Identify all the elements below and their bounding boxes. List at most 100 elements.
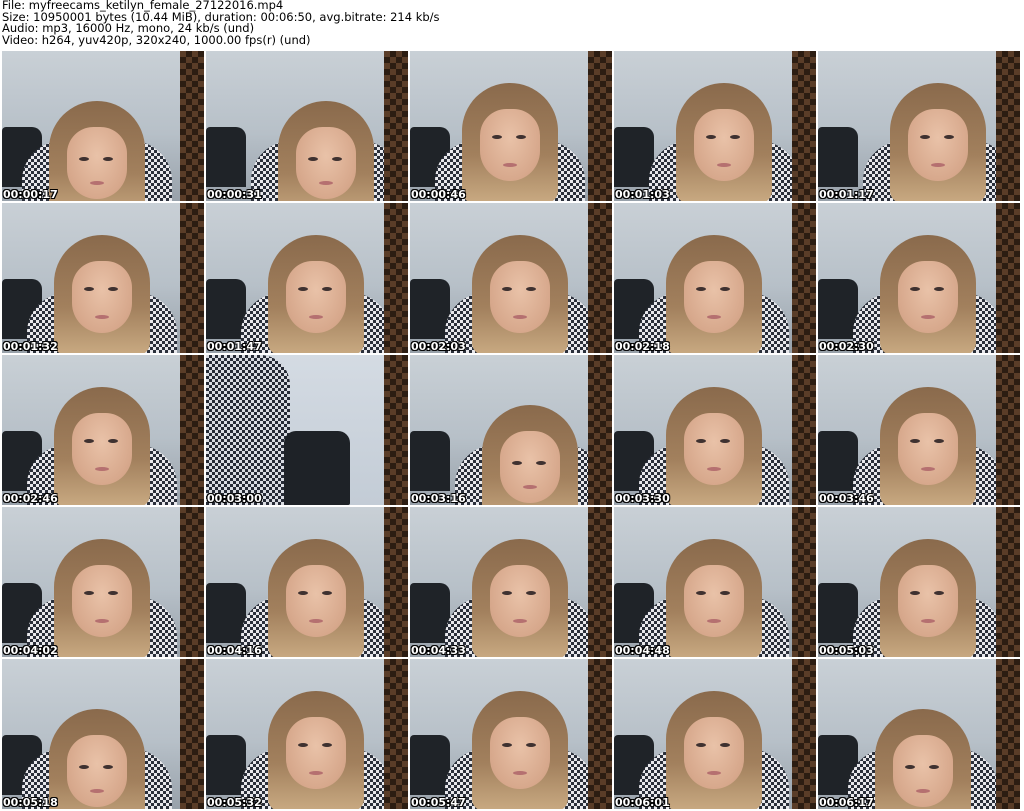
video-info-line: Video: h264, yuv420p, 320x240, 1000.00 f… <box>2 32 311 47</box>
eye <box>84 439 94 443</box>
mouth <box>921 467 935 471</box>
checkered-wall-panel <box>792 51 816 201</box>
eye <box>298 591 308 595</box>
person-figure <box>410 507 612 657</box>
eye <box>103 765 113 769</box>
video-thumbnail: 00:04:33 <box>410 507 612 657</box>
mouth <box>309 315 323 319</box>
thumbnail-timestamp: 00:05:32 <box>207 796 262 809</box>
eye <box>720 439 730 443</box>
thumbnail-timestamp: 00:00:31 <box>207 188 262 201</box>
checkered-wall-panel <box>588 51 612 201</box>
eye <box>322 591 332 595</box>
eye <box>332 157 342 161</box>
thumbnail-timestamp: 00:01:17 <box>819 188 874 201</box>
mouth <box>90 789 104 793</box>
eye <box>502 287 512 291</box>
eye <box>720 591 730 595</box>
checkered-wall-panel <box>996 659 1020 809</box>
mouth <box>513 315 527 319</box>
face <box>72 413 132 485</box>
checkered-wall-panel <box>792 659 816 809</box>
eye <box>79 765 89 769</box>
eye <box>502 591 512 595</box>
mouth <box>95 315 109 319</box>
video-thumbnail: 00:05:32 <box>206 659 408 809</box>
checkered-wall-panel <box>996 355 1020 505</box>
mouth <box>309 771 323 775</box>
mouth <box>916 789 930 793</box>
eye <box>934 591 944 595</box>
eye <box>492 135 502 139</box>
person-figure <box>410 659 612 809</box>
eye <box>696 439 706 443</box>
eye <box>322 743 332 747</box>
person-figure <box>410 355 612 505</box>
checkered-wall-panel <box>792 507 816 657</box>
checkered-wall-panel <box>588 203 612 353</box>
thumbnail-timestamp: 00:06:01 <box>615 796 670 809</box>
person-figure <box>206 51 408 201</box>
face <box>500 431 560 503</box>
person-figure <box>614 51 816 201</box>
eye <box>516 135 526 139</box>
eye <box>322 287 332 291</box>
checkered-wall-panel <box>792 355 816 505</box>
checkered-wall-panel <box>996 203 1020 353</box>
checkered-wall-panel <box>384 203 408 353</box>
eye <box>84 591 94 595</box>
face <box>898 261 958 333</box>
face <box>694 109 754 181</box>
person-figure <box>410 51 612 201</box>
person-figure <box>818 51 1020 201</box>
person-figure <box>2 659 204 809</box>
eye <box>944 135 954 139</box>
face <box>908 109 968 181</box>
person-back <box>206 355 290 505</box>
face <box>490 261 550 333</box>
thumbnail-timestamp: 00:03:16 <box>411 492 466 505</box>
person-figure <box>2 203 204 353</box>
mouth <box>90 181 104 185</box>
face <box>898 565 958 637</box>
mouth <box>931 163 945 167</box>
eye <box>730 135 740 139</box>
thumbnail-timestamp: 00:01:47 <box>207 340 262 353</box>
mouth <box>523 485 537 489</box>
eye <box>706 135 716 139</box>
eye <box>84 287 94 291</box>
face <box>684 717 744 789</box>
office-chair <box>284 431 350 505</box>
video-thumbnail: 00:04:16 <box>206 507 408 657</box>
thumbnail-timestamp: 00:03:30 <box>615 492 670 505</box>
video-thumbnail: 00:01:03 <box>614 51 816 201</box>
mouth <box>319 181 333 185</box>
person-figure <box>410 203 612 353</box>
eye <box>910 287 920 291</box>
checkered-wall-panel <box>180 507 204 657</box>
checkered-wall-panel <box>180 203 204 353</box>
face <box>72 565 132 637</box>
video-thumbnail: 00:03:46 <box>818 355 1020 505</box>
mouth <box>921 619 935 623</box>
checkered-wall-panel <box>996 507 1020 657</box>
person-figure <box>2 51 204 201</box>
mouth <box>513 619 527 623</box>
mouth <box>95 619 109 623</box>
thumbnail-timestamp: 00:04:33 <box>411 644 466 657</box>
thumbnail-timestamp: 00:02:30 <box>819 340 874 353</box>
person-figure <box>614 507 816 657</box>
eye <box>536 461 546 465</box>
file-info-header: File: myfreecams_ketilyn_female_27122016… <box>2 0 1022 46</box>
mouth <box>513 771 527 775</box>
mouth <box>707 771 721 775</box>
person-figure <box>818 355 1020 505</box>
face <box>67 127 127 199</box>
thumbnail-timestamp: 00:03:46 <box>819 492 874 505</box>
video-thumbnail: 00:06:01 <box>614 659 816 809</box>
person-figure <box>2 507 204 657</box>
thumbnail-timestamp: 00:04:16 <box>207 644 262 657</box>
checkered-wall-panel <box>384 51 408 201</box>
video-thumbnail: 00:02:03 <box>410 203 612 353</box>
eye <box>905 765 915 769</box>
